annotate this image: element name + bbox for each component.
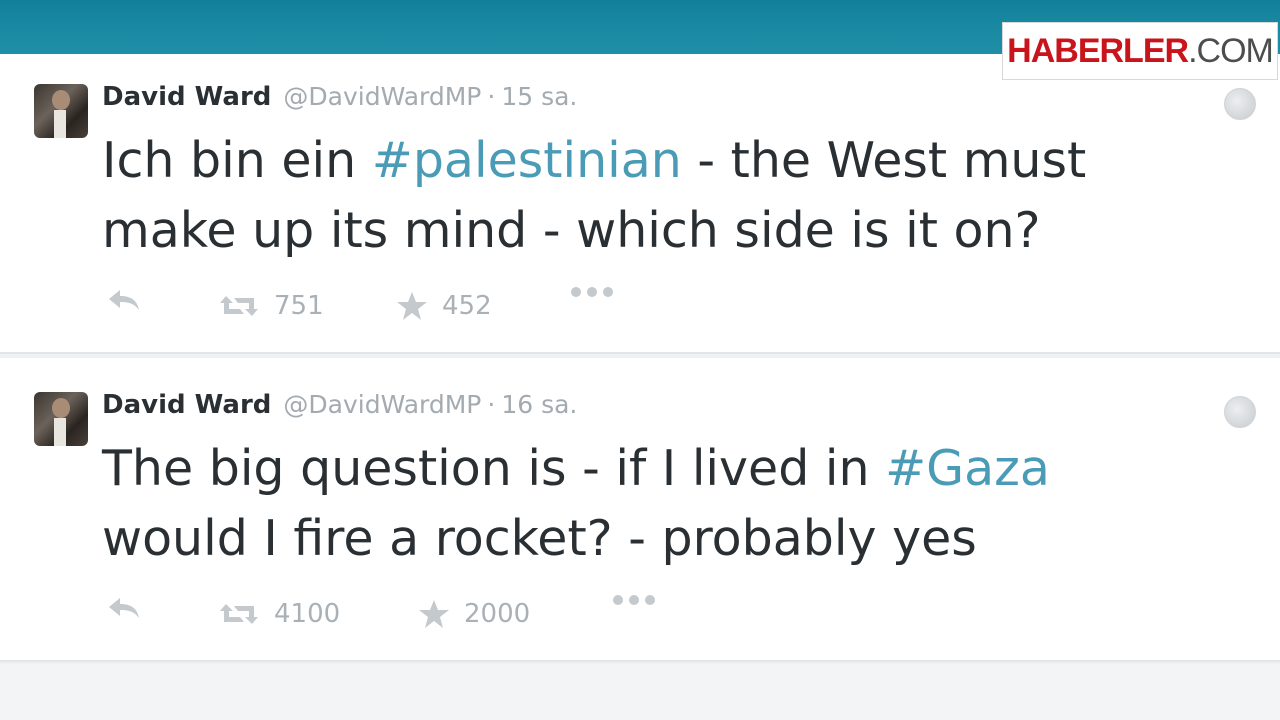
favorite-button[interactable]: 452 <box>396 286 492 326</box>
more-button[interactable] <box>612 594 656 606</box>
tweet-text-after: would I fire a rocket? - probably yes <box>102 510 977 567</box>
tweet: David Ward @DavidWardMP · 16 sa. The big… <box>0 358 1280 662</box>
author-handle[interactable]: @DavidWardMP <box>283 390 481 419</box>
star-icon <box>397 292 427 320</box>
tweet-header: David Ward @DavidWardMP · 15 sa. <box>102 82 577 112</box>
tweet: David Ward @DavidWardMP · 15 sa. Ich bin… <box>0 54 1280 354</box>
header-separator: · <box>487 390 496 419</box>
reply-icon <box>109 290 139 310</box>
favorite-button[interactable]: 2000 <box>418 594 530 634</box>
more-button[interactable] <box>570 286 614 298</box>
star-icon <box>419 600 449 628</box>
globe-icon <box>1224 88 1256 120</box>
tweet-timestamp[interactable]: 16 sa. <box>501 390 577 419</box>
retweet-count: 751 <box>274 291 324 321</box>
avatar-head <box>52 398 70 418</box>
haberler-logo: HABERLER .COM <box>1002 22 1278 80</box>
avatar[interactable] <box>34 392 88 446</box>
more-icon <box>613 595 655 605</box>
author-handle[interactable]: @DavidWardMP <box>283 82 481 111</box>
author-name[interactable]: David Ward <box>102 82 271 112</box>
logo-text-brand: HABERLER <box>1007 31 1189 70</box>
retweet-icon <box>220 296 258 316</box>
more-icon <box>571 287 613 297</box>
retweet-button[interactable]: 4100 <box>218 594 340 634</box>
tweet-text-before: Ich bin ein <box>102 132 372 189</box>
tweet-timestamp[interactable]: 15 sa. <box>501 82 577 111</box>
tweet-text: The big question is - if I lived in #Gaz… <box>102 434 1182 574</box>
timeline-background <box>0 664 1280 720</box>
logo-text-domain: .COM <box>1188 31 1274 70</box>
author-name[interactable]: David Ward <box>102 390 271 420</box>
tweet-text: Ich bin ein #palestinian - the West must… <box>102 126 1182 266</box>
reply-button[interactable] <box>106 594 142 622</box>
tweet-actions: 4100 2000 <box>0 594 1000 634</box>
hashtag-link[interactable]: #Gaza <box>885 440 1050 497</box>
retweet-icon <box>220 604 258 624</box>
avatar[interactable] <box>34 84 88 138</box>
favorite-count: 2000 <box>464 599 531 629</box>
hashtag-link[interactable]: #palestinian <box>372 132 682 189</box>
avatar-head <box>52 90 70 110</box>
reply-icon <box>109 598 139 618</box>
avatar-shirt <box>54 110 66 138</box>
reply-button[interactable] <box>106 286 142 314</box>
tweet-actions: 751 452 <box>0 286 1000 326</box>
avatar-shirt <box>54 418 66 446</box>
globe-icon <box>1224 396 1256 428</box>
retweet-button[interactable]: 751 <box>218 286 324 326</box>
tweet-text-before: The big question is - if I lived in <box>102 440 886 497</box>
tweet-header: David Ward @DavidWardMP · 16 sa. <box>102 390 577 420</box>
retweet-count: 4100 <box>274 599 341 629</box>
header-separator: · <box>487 82 496 111</box>
favorite-count: 452 <box>442 291 492 321</box>
